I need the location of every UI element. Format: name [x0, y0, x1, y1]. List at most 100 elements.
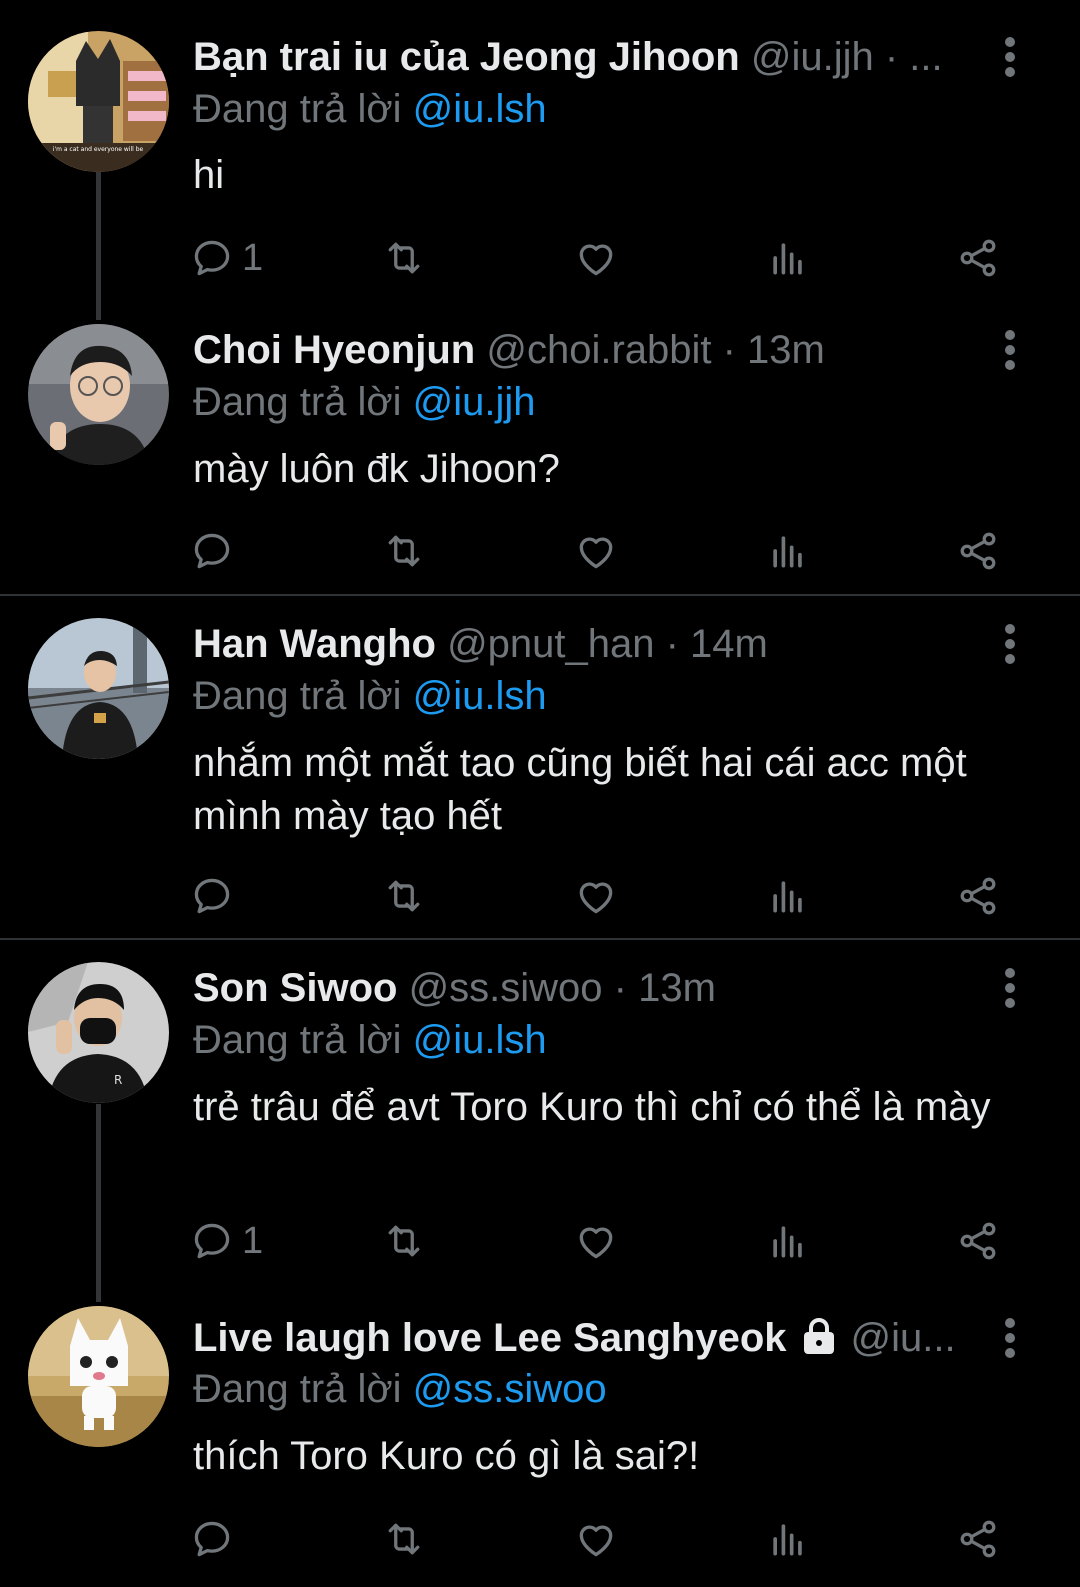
- retweet-button[interactable]: [382, 1216, 426, 1266]
- avatar[interactable]: R: [28, 962, 169, 1103]
- retweet-icon: [388, 1225, 420, 1257]
- more-vertical-icon[interactable]: [1000, 32, 1020, 82]
- reply-button[interactable]: [190, 871, 242, 921]
- reply-count: 1: [242, 1219, 264, 1262]
- views-icon: [773, 1524, 802, 1556]
- retweet-button[interactable]: [382, 233, 426, 283]
- views-button[interactable]: [766, 233, 810, 283]
- display-name[interactable]: Son Siwoo: [193, 966, 397, 1010]
- avatar[interactable]: [28, 618, 169, 759]
- handle-time: @pnut_han · 14m: [447, 622, 768, 666]
- tweet-header: Choi Hyeonjun @choi.rabbit · 13m: [193, 324, 983, 376]
- reply-button[interactable]: [190, 1514, 242, 1564]
- replying-to: Đang trả lời @ss.siwoo: [193, 1364, 607, 1414]
- handle-time: @iu.jjh · ...: [750, 35, 943, 79]
- reply-prefix: Đang trả lời: [193, 1367, 402, 1411]
- heart-icon: [579, 537, 613, 569]
- views-button[interactable]: [766, 1514, 810, 1564]
- reply-prefix: Đang trả lời: [193, 87, 402, 131]
- share-button[interactable]: [956, 526, 1000, 576]
- display-name[interactable]: Choi Hyeonjun: [193, 328, 475, 372]
- svg-text:i'm a cat and everyone will be: i'm a cat and everyone will be: [53, 146, 144, 153]
- reply-button[interactable]: 1: [190, 1216, 263, 1266]
- tweet-header: Live laugh love Lee Sanghyeok @iu...: [193, 1312, 983, 1364]
- retweet-icon: [388, 242, 420, 274]
- more-vertical-icon[interactable]: [1000, 963, 1020, 1013]
- tweet-header: Son Siwoo @ss.siwoo · 13m: [193, 962, 983, 1014]
- replying-to: Đang trả lời @iu.lsh: [193, 671, 547, 721]
- divider: [0, 594, 1080, 596]
- views-icon: [773, 1226, 802, 1258]
- handle-time: @ss.siwoo · 13m: [408, 966, 716, 1010]
- action-bar: [0, 526, 1080, 576]
- display-name[interactable]: Live laugh love Lee Sanghyeok: [193, 1316, 787, 1360]
- mention-link[interactable]: @iu.lsh: [413, 87, 547, 131]
- lock-icon: [803, 1318, 834, 1354]
- like-button[interactable]: [574, 233, 618, 283]
- avatar[interactable]: [28, 324, 169, 465]
- more-vertical-icon[interactable]: [1000, 619, 1020, 669]
- mention-link[interactable]: @iu.lsh: [413, 674, 547, 718]
- like-button[interactable]: [574, 1514, 618, 1564]
- reply-icon: [194, 240, 230, 276]
- display-name[interactable]: Han Wangho: [193, 622, 436, 666]
- action-bar: 1: [0, 1216, 1080, 1266]
- reply-icon: [194, 878, 230, 914]
- action-bar: [0, 871, 1080, 921]
- mention-link[interactable]: @iu.lsh: [413, 1018, 547, 1062]
- tweet-text: hi: [193, 153, 225, 197]
- share-button[interactable]: [956, 233, 1000, 283]
- like-button[interactable]: [574, 871, 618, 921]
- reply-icon: [194, 1521, 230, 1557]
- retweet-button[interactable]: [382, 1514, 426, 1564]
- action-bar: 1: [0, 233, 1080, 283]
- avatar[interactable]: [28, 1306, 169, 1447]
- views-button[interactable]: [766, 526, 810, 576]
- display-name[interactable]: Bạn trai iu của Jeong Jihoon: [193, 35, 740, 79]
- tweet-text: nhắm một mắt tao cũng biết hai cái acc m…: [193, 741, 967, 838]
- reply-button[interactable]: [190, 526, 242, 576]
- reply-prefix: Đang trả lời: [193, 380, 402, 424]
- like-button[interactable]: [574, 1216, 618, 1266]
- reply-prefix: Đang trả lời: [193, 1018, 402, 1062]
- tweet-text: thích Toro Kuro có gì là sai?!: [193, 1434, 700, 1478]
- mention-link[interactable]: @ss.siwoo: [413, 1367, 607, 1411]
- share-icon: [960, 877, 996, 915]
- heart-icon: [579, 1227, 613, 1259]
- action-bar: [0, 1514, 1080, 1564]
- share-button[interactable]: [956, 1514, 1000, 1564]
- retweet-icon: [388, 535, 420, 567]
- share-icon: [960, 532, 996, 570]
- replying-to: Đang trả lời @iu.jjh: [193, 377, 536, 427]
- share-icon: [960, 1520, 996, 1558]
- svg-text:R: R: [114, 1073, 122, 1087]
- reply-button[interactable]: 1: [190, 233, 263, 283]
- heart-icon: [579, 882, 613, 914]
- tweet-text: trẻ trâu để avt Toro Kuro thì chỉ có thể…: [193, 1085, 991, 1129]
- retweet-icon: [388, 1523, 420, 1555]
- retweet-icon: [388, 880, 420, 912]
- handle-time: @iu...: [850, 1316, 956, 1360]
- share-button[interactable]: [956, 871, 1000, 921]
- thread-connector: [96, 1104, 101, 1302]
- divider: [0, 938, 1080, 940]
- views-button[interactable]: [766, 1216, 810, 1266]
- views-button[interactable]: [766, 871, 810, 921]
- handle-time: @choi.rabbit · 13m: [486, 328, 825, 372]
- views-icon: [773, 881, 802, 913]
- reply-prefix: Đang trả lời: [193, 674, 402, 718]
- more-vertical-icon[interactable]: [1000, 1313, 1020, 1363]
- share-icon: [960, 1222, 996, 1260]
- views-icon: [773, 536, 802, 568]
- share-icon: [960, 239, 996, 277]
- more-vertical-icon[interactable]: [1000, 325, 1020, 375]
- heart-icon: [579, 244, 613, 276]
- tweet-header: Han Wangho @pnut_han · 14m: [193, 618, 983, 670]
- reply-count: 1: [242, 236, 264, 279]
- retweet-button[interactable]: [382, 871, 426, 921]
- like-button[interactable]: [574, 526, 618, 576]
- mention-link[interactable]: @iu.jjh: [413, 380, 536, 424]
- avatar[interactable]: i'm a cat and everyone will be: [28, 31, 169, 172]
- share-button[interactable]: [956, 1216, 1000, 1266]
- retweet-button[interactable]: [382, 526, 426, 576]
